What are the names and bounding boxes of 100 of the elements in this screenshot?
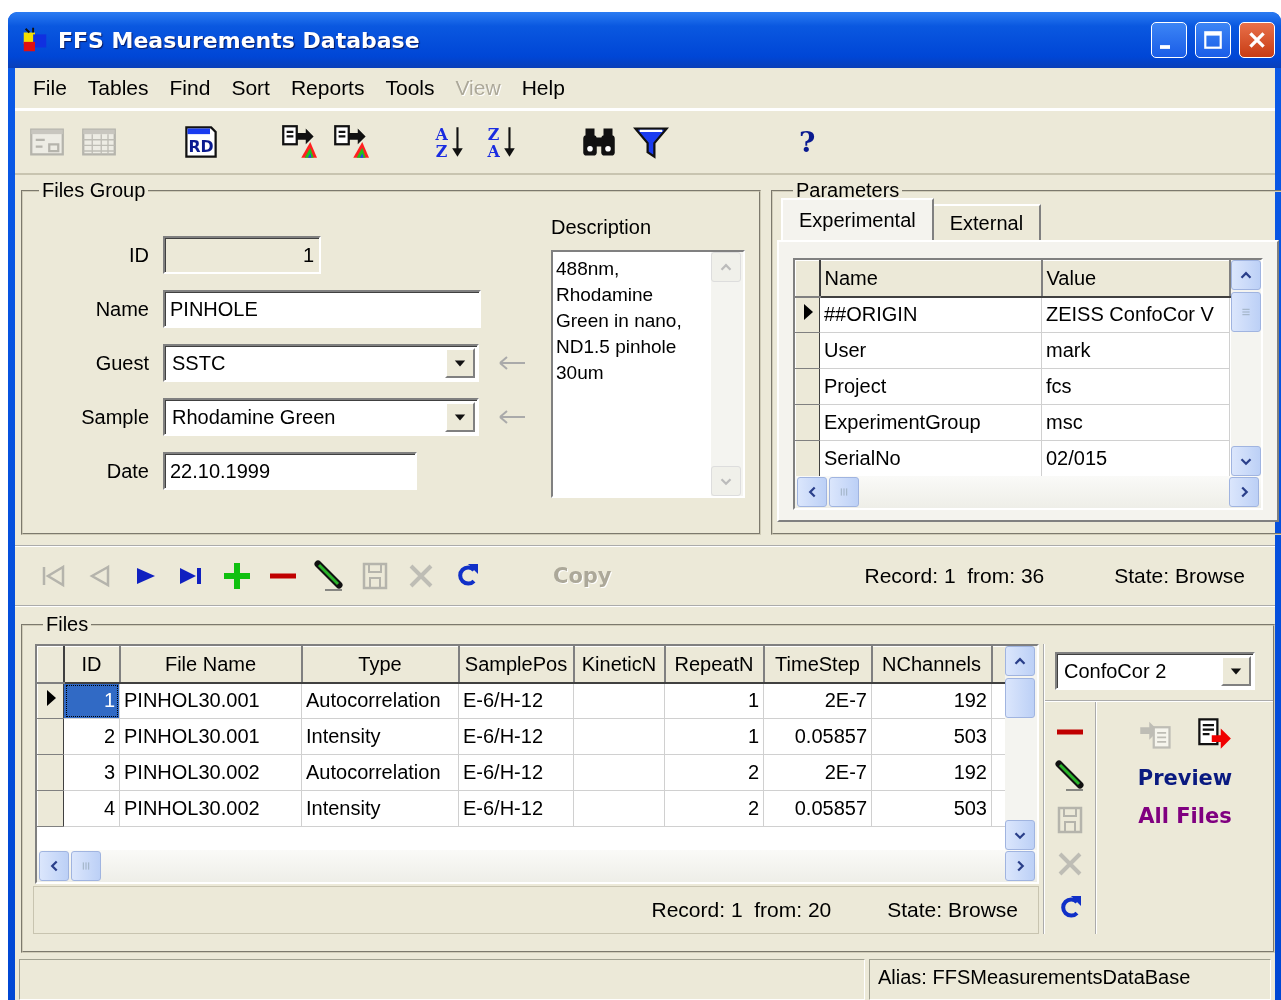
table-cell: Autocorrelation [301,682,459,719]
row-indicator[interactable] [37,754,64,791]
report-icon[interactable]: RD [183,124,219,160]
scroll-right-button[interactable] [1005,851,1035,881]
copy-documents-icon[interactable] [281,124,317,160]
scroll-left-button[interactable] [797,477,827,507]
table-cell: 1 [664,682,764,719]
table-cell: Intensity [301,790,459,827]
copy-documents-icon[interactable] [333,124,369,160]
scrollbar-thumb[interactable] [71,851,101,881]
field-label: ID [128,243,149,267]
table-cell: PINHOL30.002 [119,754,302,791]
pencil-icon[interactable] [313,560,345,592]
scroll-down-button[interactable] [1230,446,1261,476]
minimize-icon [1160,45,1170,49]
row-indicator[interactable] [37,718,64,755]
menu-item[interactable]: Help [513,76,578,100]
column-header[interactable]: Name [819,260,1042,297]
group-title: Files Group [41,179,147,202]
menu-item[interactable]: Sort [223,76,283,100]
link[interactable]: All Files [1138,804,1232,828]
column-header[interactable]: File Name [119,646,302,683]
row-indicator[interactable] [795,404,820,441]
table-cell: fcs [1041,368,1230,405]
scrollbar-thumb[interactable] [829,477,859,507]
minimize-button[interactable] [1151,22,1187,58]
state-label: State: Browse [1114,564,1245,588]
table-cell: Intensity [301,718,459,755]
scroll-down-button[interactable] [1005,820,1035,850]
table-cell: E-6/H-12 [458,754,574,791]
table-cell: E-6/H-12 [458,718,574,755]
dropdown-field[interactable]: ConfoCor 2 [1055,652,1255,690]
field-label: Name [94,297,149,321]
table-cell: E-6/H-12 [458,790,574,827]
table-cell: 2E-7 [763,754,872,791]
column-header[interactable]: NChannels [871,646,992,683]
column-header[interactable]: Value [1041,260,1230,297]
funnel-icon[interactable] [633,124,669,160]
help-icon[interactable]: ? [799,125,816,159]
current-row-icon [44,688,57,709]
menu-item[interactable]: Reports [282,76,378,100]
table-cell: Autocorrelation [301,754,459,791]
menu-item[interactable]: Tables [79,76,162,100]
table-cell: E-6/H-12 [458,682,574,719]
column-header[interactable]: TimeStep [763,646,872,683]
table-cell: 1 [63,682,120,719]
scroll-left-button[interactable] [39,851,69,881]
window-title: FFS Measurements Database [58,27,420,53]
record-count: Record: 1 from: 36 [864,564,1045,588]
row-indicator[interactable] [795,332,820,369]
table-cell: 192 [871,682,992,719]
row-indicator[interactable] [795,368,820,405]
field-label: Date [105,459,149,483]
maximize-icon [1202,29,1224,51]
row-indicator[interactable] [37,682,64,719]
column-header[interactable]: ID [63,646,120,683]
column-header[interactable]: KineticN [573,646,665,683]
row-indicator[interactable] [795,440,820,477]
input-field[interactable]: 22.10.1999 [163,452,417,490]
table-cell: 2 [664,790,764,827]
link[interactable]: Preview [1137,766,1233,790]
current-row-icon [801,302,814,323]
scroll-up-button[interactable] [1005,646,1035,676]
column-header[interactable]: RepeatN [664,646,764,683]
close-icon [1246,29,1268,51]
maximize-button[interactable] [1195,22,1231,58]
field-label: Description [551,216,653,240]
close-button[interactable] [1239,22,1275,58]
row-indicator[interactable] [37,790,64,827]
tab[interactable]: External [931,204,1042,240]
table-cell: PINHOL30.001 [119,682,302,719]
table-cell: 4 [63,790,120,827]
id-field: 1 [163,236,321,274]
dropdown-field[interactable]: Rhodamine Green [163,398,479,436]
table-cell: 2E-7 [763,682,872,719]
status-text: Alias: FFSMeasurementsDataBase [869,959,1271,1000]
scroll-right-button[interactable] [1229,477,1259,507]
scrollbar-thumb[interactable] [1230,292,1261,332]
table-cell: ##ORIGIN [819,296,1042,333]
menu-item[interactable]: File [25,76,80,100]
table-cell: 3 [63,754,120,791]
dropdown-field[interactable]: SSTC [163,344,479,382]
column-header[interactable]: Type [301,646,459,683]
scrollbar-thumb[interactable] [1005,678,1035,718]
table-cell: 503 [871,718,992,755]
input-field[interactable]: PINHOLE [163,290,481,328]
table-cell: 2 [63,718,120,755]
state-label: State: Browse [887,898,1018,922]
menu-item[interactable]: Tools [377,76,448,100]
record-count: Record: 1 from: 20 [651,898,832,922]
tab[interactable]: Experimental [781,198,934,240]
table-cell: mark [1041,332,1230,369]
table-cell: 192 [871,754,992,791]
row-indicator[interactable] [795,296,820,333]
pencil-icon[interactable] [1054,760,1086,792]
scroll-up-button[interactable] [1230,260,1261,290]
menu-item[interactable]: Find [161,76,224,100]
table-cell: 2 [664,754,764,791]
table-cell: ExperimentGroup [819,404,1042,441]
column-header[interactable]: SamplePos [458,646,574,683]
